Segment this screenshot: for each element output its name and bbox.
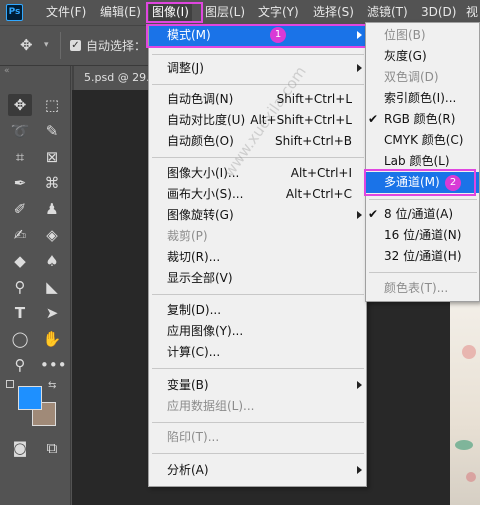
quick-select-tool-icon[interactable]: ✎ [40,120,64,142]
menu-item-apply-data-set: 应用数据组(L)... [167,399,255,413]
menu-separator [152,84,364,85]
brush-tool-icon[interactable]: ✐ [8,198,32,220]
eyedropper-tool-icon[interactable]: ✒ [8,172,32,194]
menu-item-trim[interactable]: 裁切(R)... [149,247,366,268]
menu-separator [152,453,364,454]
step-badge: 1 [270,27,286,43]
menu-item-adjustments[interactable]: 调整(J) [149,58,366,79]
submenu-item-cmyk-color[interactable]: CMYK 颜色(C) [366,130,479,151]
swap-colors-icon[interactable]: ⇆ [48,380,56,391]
submenu-arrow-icon [357,64,362,72]
path-select-tool-icon[interactable]: ➤ [40,302,64,324]
crop-tool-icon[interactable]: ⌗ [8,146,32,168]
menu-separator [369,272,477,273]
menu-separator [369,199,477,200]
submenu-item-duotone: 双色调(D) [384,70,439,84]
submenu-item-rgb-color[interactable]: RGB 颜色(R) [366,109,479,130]
canvas-image-detail [455,440,473,450]
shortcut-label: Alt+Ctrl+C [285,187,352,201]
menu-item-image-rotation[interactable]: 图像旋转(G) [149,205,366,226]
more-tools-icon[interactable]: ••• [40,354,67,376]
submenu-item-8-bit[interactable]: 8 位/通道(A) [366,204,479,225]
menu-item-apply-image[interactable]: 应用图像(Y)... [149,321,366,342]
menu-3d[interactable]: 3D(D) [421,3,456,22]
lasso-tool-icon[interactable]: ➰ [8,120,32,142]
mode-highlight-box [146,24,368,48]
hand-tool-icon[interactable]: ✋ [40,328,64,350]
menu-item-analysis[interactable]: 分析(A) [149,460,366,481]
panel-collapse-icon[interactable]: « [4,66,10,76]
menu-item-reveal-all[interactable]: 显示全部(V) [149,268,366,289]
pen-tool-icon[interactable]: ◣ [40,276,64,298]
submenu-item-32-bit[interactable]: 32 位/通道(H) [366,246,479,267]
menu-image-highlight [146,2,203,23]
move-tool-icon[interactable]: ✥ [8,94,32,116]
menu-edit[interactable]: 编辑(E) [100,3,141,22]
blur-tool-icon[interactable]: ♠ [40,250,64,272]
zoom-tool-icon[interactable]: ⚲ [8,354,32,376]
auto-select-checkbox[interactable]: ✓ [70,40,81,51]
submenu-arrow-icon [357,211,362,219]
menu-layer[interactable]: 图层(L) [205,3,245,22]
menu-type[interactable]: 文字(Y) [258,3,299,22]
chevron-down-icon[interactable]: ▾ [44,40,49,50]
eraser-tool-icon[interactable]: ◈ [40,224,64,246]
stamp-tool-icon[interactable]: ♟ [40,198,64,220]
marquee-tool-icon[interactable]: ⬚ [40,94,64,116]
submenu-item-indexed-color[interactable]: 索引颜色(I)... [366,88,479,109]
menu-view[interactable]: 视 [466,3,478,22]
menu-filter[interactable]: 滤镜(T) [367,3,408,22]
foreground-color-swatch[interactable] [18,386,42,410]
shortcut-label: Shift+Ctrl+B [275,134,352,148]
healing-tool-icon[interactable]: ⌘ [40,172,64,194]
move-tool-icon[interactable]: ✥ [20,36,33,54]
canvas-image-detail [466,472,476,482]
auto-select-label: 自动选择： [86,39,147,53]
menu-item-trap: 陷印(T)... [167,430,220,444]
submenu-item-grayscale[interactable]: 灰度(G) [366,46,479,67]
menu-item-calculations[interactable]: 计算(C)... [149,342,366,363]
ellipse-tool-icon[interactable]: ◯ [8,328,32,350]
document-tab[interactable]: 5.psd @ 29. [74,66,154,90]
menu-file[interactable]: 文件(F) [46,3,86,22]
canvas-image-detail [462,345,476,359]
menu-separator [152,54,364,55]
submenu-arrow-icon [357,466,362,474]
default-colors-icon[interactable] [6,380,14,388]
paint-bucket-tool-icon[interactable]: ◆ [8,250,32,272]
divider [60,32,61,59]
step-badge: 2 [445,175,461,191]
submenu-item-bitmap: 位图(B) [384,28,426,42]
submenu-item-16-bit[interactable]: 16 位/通道(N) [366,225,479,246]
menu-separator [152,157,364,158]
type-tool-icon[interactable]: T [8,302,32,324]
history-brush-tool-icon[interactable]: ✍ [8,224,32,246]
submenu-item-color-table: 颜色表(T)... [384,281,449,295]
frame-tool-icon[interactable]: ⊠ [40,146,64,168]
menu-item-variables[interactable]: 变量(B) [149,375,366,396]
menu-separator [152,294,364,295]
menu-separator [152,368,364,369]
quick-mask-icon[interactable]: ◙ [8,437,32,459]
menu-separator [152,422,364,423]
photoshop-logo: Ps [6,4,23,21]
menu-item-duplicate[interactable]: 复制(D)... [149,300,366,321]
menu-item-crop: 裁剪(P) [167,229,208,243]
dodge-tool-icon[interactable]: ⚲ [8,276,32,298]
shortcut-label: Alt+Ctrl+I [290,166,352,180]
screen-mode-icon[interactable]: ⧉ [40,437,64,459]
menu-select[interactable]: 选择(S) [313,3,354,22]
submenu-arrow-icon [357,381,362,389]
